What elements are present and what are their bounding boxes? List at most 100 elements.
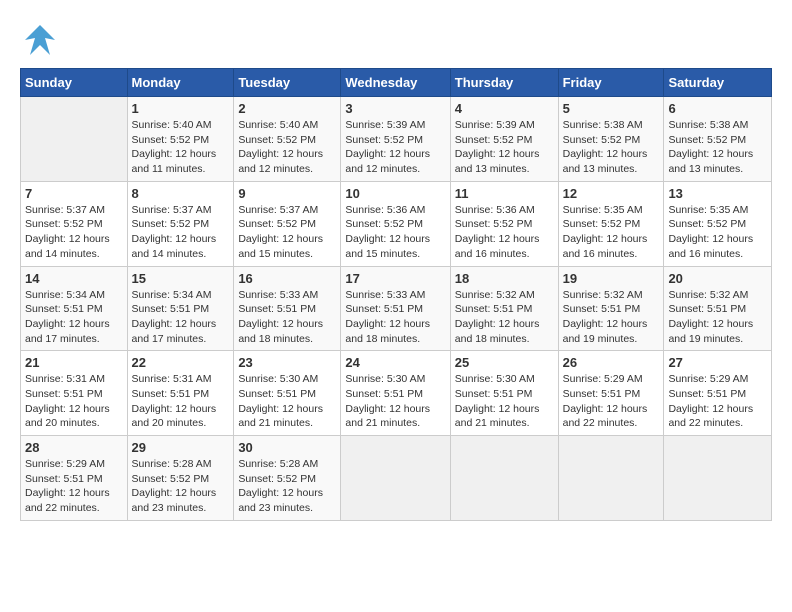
day-info: Sunrise: 5:37 AMSunset: 5:52 PMDaylight:…	[238, 203, 336, 262]
calendar-cell: 22 Sunrise: 5:31 AMSunset: 5:51 PMDayligh…	[127, 351, 234, 436]
day-number: 23	[238, 355, 336, 370]
calendar-week-row: 14 Sunrise: 5:34 AMSunset: 5:51 PMDayligh…	[21, 266, 772, 351]
day-number: 20	[668, 271, 767, 286]
day-info: Sunrise: 5:30 AMSunset: 5:51 PMDaylight:…	[238, 372, 336, 431]
day-info: Sunrise: 5:37 AMSunset: 5:52 PMDaylight:…	[132, 203, 230, 262]
day-number: 22	[132, 355, 230, 370]
calendar-cell	[450, 436, 558, 521]
calendar-header-row: SundayMondayTuesdayWednesdayThursdayFrid…	[21, 69, 772, 97]
calendar-cell: 25 Sunrise: 5:30 AMSunset: 5:51 PMDayligh…	[450, 351, 558, 436]
calendar-cell: 30 Sunrise: 5:28 AMSunset: 5:52 PMDayligh…	[234, 436, 341, 521]
day-info: Sunrise: 5:40 AMSunset: 5:52 PMDaylight:…	[132, 118, 230, 177]
day-info: Sunrise: 5:35 AMSunset: 5:52 PMDaylight:…	[563, 203, 660, 262]
calendar-week-row: 7 Sunrise: 5:37 AMSunset: 5:52 PMDaylight…	[21, 181, 772, 266]
calendar-cell: 23 Sunrise: 5:30 AMSunset: 5:51 PMDayligh…	[234, 351, 341, 436]
calendar-cell: 20Sunrise: 5:32 AMSunset: 5:51 PMDayligh…	[664, 266, 772, 351]
day-info: Sunrise: 5:29 AMSunset: 5:51 PMDaylight:…	[25, 457, 123, 516]
calendar-cell: 15 Sunrise: 5:34 AMSunset: 5:51 PMDayligh…	[127, 266, 234, 351]
day-info: Sunrise: 5:39 AMSunset: 5:52 PMDaylight:…	[455, 118, 554, 177]
day-number: 19	[563, 271, 660, 286]
calendar-cell: 14 Sunrise: 5:34 AMSunset: 5:51 PMDayligh…	[21, 266, 128, 351]
day-number: 5	[563, 101, 660, 116]
header-saturday: Saturday	[664, 69, 772, 97]
calendar-cell: 24 Sunrise: 5:30 AMSunset: 5:51 PMDayligh…	[341, 351, 450, 436]
header-thursday: Thursday	[450, 69, 558, 97]
day-number: 3	[345, 101, 445, 116]
day-info: Sunrise: 5:38 AMSunset: 5:52 PMDaylight:…	[563, 118, 660, 177]
header-wednesday: Wednesday	[341, 69, 450, 97]
day-number: 1	[132, 101, 230, 116]
day-number: 6	[668, 101, 767, 116]
day-info: Sunrise: 5:31 AMSunset: 5:51 PMDaylight:…	[132, 372, 230, 431]
day-number: 24	[345, 355, 445, 370]
calendar-week-row: 21 Sunrise: 5:31 AMSunset: 5:51 PMDayligh…	[21, 351, 772, 436]
day-number: 14	[25, 271, 123, 286]
day-number: 16	[238, 271, 336, 286]
calendar-cell: 7 Sunrise: 5:37 AMSunset: 5:52 PMDaylight…	[21, 181, 128, 266]
day-info: Sunrise: 5:36 AMSunset: 5:52 PMDaylight:…	[345, 203, 445, 262]
day-number: 17	[345, 271, 445, 286]
day-number: 11	[455, 186, 554, 201]
calendar-cell: 6 Sunrise: 5:38 AMSunset: 5:52 PMDaylight…	[664, 97, 772, 182]
calendar-cell: 4 Sunrise: 5:39 AMSunset: 5:52 PMDaylight…	[450, 97, 558, 182]
day-number: 8	[132, 186, 230, 201]
calendar-cell: 29 Sunrise: 5:28 AMSunset: 5:52 PMDayligh…	[127, 436, 234, 521]
header-friday: Friday	[558, 69, 664, 97]
day-info: Sunrise: 5:28 AMSunset: 5:52 PMDaylight:…	[238, 457, 336, 516]
calendar-cell: 5 Sunrise: 5:38 AMSunset: 5:52 PMDaylight…	[558, 97, 664, 182]
calendar-cell: 21 Sunrise: 5:31 AMSunset: 5:51 PMDayligh…	[21, 351, 128, 436]
header-monday: Monday	[127, 69, 234, 97]
day-info: Sunrise: 5:38 AMSunset: 5:52 PMDaylight:…	[668, 118, 767, 177]
calendar-cell: 17 Sunrise: 5:33 AMSunset: 5:51 PMDayligh…	[341, 266, 450, 351]
day-number: 26	[563, 355, 660, 370]
day-number: 18	[455, 271, 554, 286]
day-number: 27	[668, 355, 767, 370]
day-number: 15	[132, 271, 230, 286]
calendar-week-row: 1 Sunrise: 5:40 AMSunset: 5:52 PMDaylight…	[21, 97, 772, 182]
day-info: Sunrise: 5:28 AMSunset: 5:52 PMDaylight:…	[132, 457, 230, 516]
day-info: Sunrise: 5:39 AMSunset: 5:52 PMDaylight:…	[345, 118, 445, 177]
calendar-cell: 18Sunrise: 5:32 AMSunset: 5:51 PMDayligh…	[450, 266, 558, 351]
calendar-cell: 10 Sunrise: 5:36 AMSunset: 5:52 PMDayligh…	[341, 181, 450, 266]
calendar-cell: 8 Sunrise: 5:37 AMSunset: 5:52 PMDaylight…	[127, 181, 234, 266]
day-number: 12	[563, 186, 660, 201]
day-info: Sunrise: 5:33 AMSunset: 5:51 PMDaylight:…	[238, 288, 336, 347]
day-info: Sunrise: 5:34 AMSunset: 5:51 PMDaylight:…	[25, 288, 123, 347]
calendar-cell	[664, 436, 772, 521]
day-info: Sunrise: 5:40 AMSunset: 5:52 PMDaylight:…	[238, 118, 336, 177]
calendar-cell: 1 Sunrise: 5:40 AMSunset: 5:52 PMDaylight…	[127, 97, 234, 182]
day-number: 10	[345, 186, 445, 201]
day-number: 25	[455, 355, 554, 370]
day-number: 9	[238, 186, 336, 201]
day-info: Sunrise: 5:35 AMSunset: 5:52 PMDaylight:…	[668, 203, 767, 262]
day-number: 4	[455, 101, 554, 116]
calendar-cell	[558, 436, 664, 521]
day-number: 13	[668, 186, 767, 201]
day-info: Sunrise: 5:37 AMSunset: 5:52 PMDaylight:…	[25, 203, 123, 262]
logo	[20, 20, 60, 60]
day-info: Sunrise: 5:30 AMSunset: 5:51 PMDaylight:…	[345, 372, 445, 431]
day-number: 2	[238, 101, 336, 116]
calendar-cell: 28 Sunrise: 5:29 AMSunset: 5:51 PMDayligh…	[21, 436, 128, 521]
day-number: 28	[25, 440, 123, 455]
page-header	[20, 20, 772, 60]
calendar-cell: 27 Sunrise: 5:29 AMSunset: 5:51 PMDayligh…	[664, 351, 772, 436]
calendar-cell: 2 Sunrise: 5:40 AMSunset: 5:52 PMDaylight…	[234, 97, 341, 182]
day-number: 21	[25, 355, 123, 370]
calendar-cell: 3 Sunrise: 5:39 AMSunset: 5:52 PMDaylight…	[341, 97, 450, 182]
calendar-cell: 26Sunrise: 5:29 AMSunset: 5:51 PMDayligh…	[558, 351, 664, 436]
calendar-cell: 9 Sunrise: 5:37 AMSunset: 5:52 PMDaylight…	[234, 181, 341, 266]
day-number: 29	[132, 440, 230, 455]
header-sunday: Sunday	[21, 69, 128, 97]
day-info: Sunrise: 5:34 AMSunset: 5:51 PMDaylight:…	[132, 288, 230, 347]
calendar-cell	[21, 97, 128, 182]
calendar-cell: 11 Sunrise: 5:36 AMSunset: 5:52 PMDayligh…	[450, 181, 558, 266]
day-info: Sunrise: 5:30 AMSunset: 5:51 PMDaylight:…	[455, 372, 554, 431]
day-info: Sunrise: 5:31 AMSunset: 5:51 PMDaylight:…	[25, 372, 123, 431]
day-info: Sunrise: 5:33 AMSunset: 5:51 PMDaylight:…	[345, 288, 445, 347]
day-number: 7	[25, 186, 123, 201]
day-info: Sunrise: 5:29 AMSunset: 5:51 PMDaylight:…	[668, 372, 767, 431]
header-tuesday: Tuesday	[234, 69, 341, 97]
day-number: 30	[238, 440, 336, 455]
day-info: Sunrise: 5:36 AMSunset: 5:52 PMDaylight:…	[455, 203, 554, 262]
